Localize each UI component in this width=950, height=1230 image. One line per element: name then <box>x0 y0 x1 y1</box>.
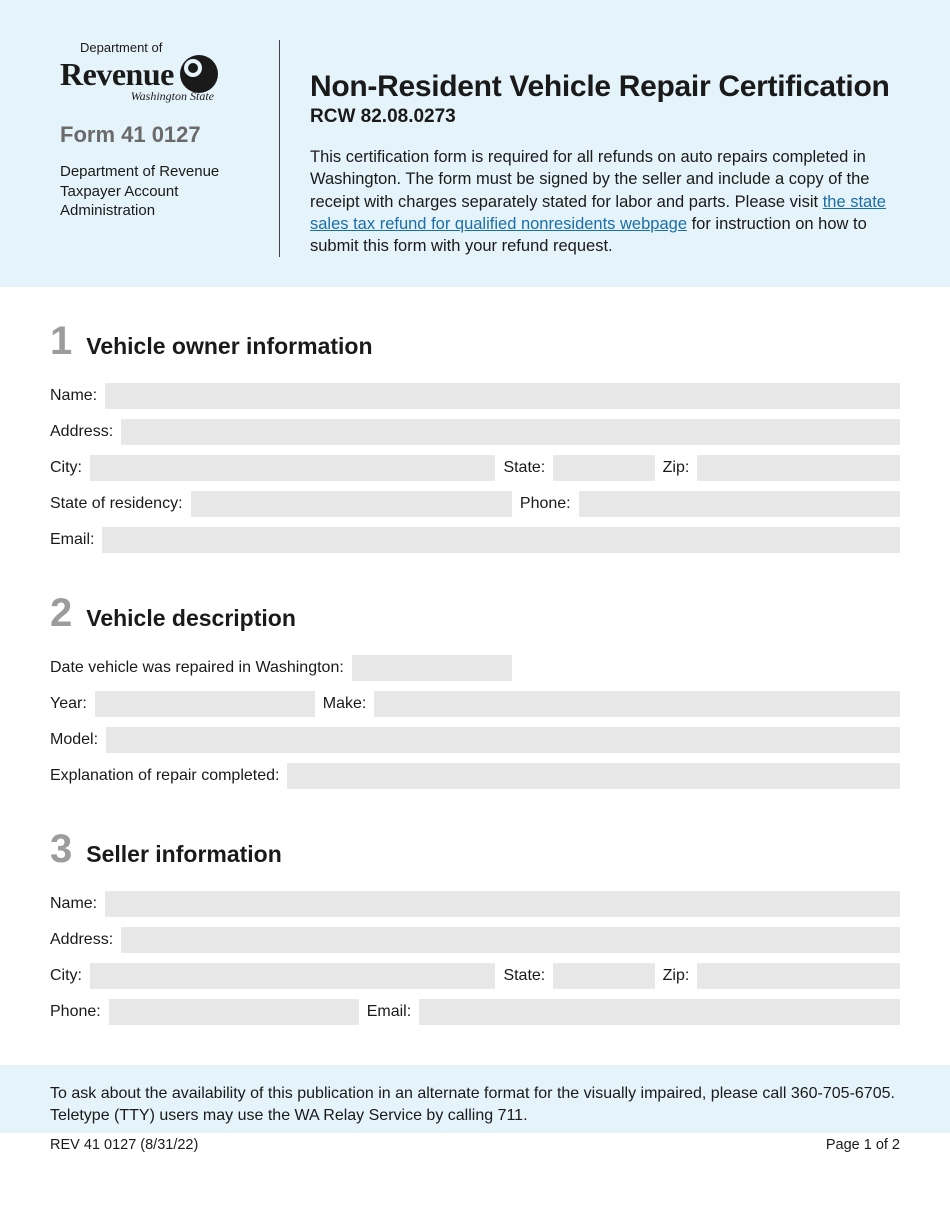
vehicle-make-label: Make: <box>323 695 367 713</box>
content-area: 1 Vehicle owner information Name: Addres… <box>0 287 950 1025</box>
owner-email-field[interactable] <box>102 527 900 553</box>
vehicle-model-field[interactable] <box>106 727 900 753</box>
owner-residency-label: State of residency: <box>50 495 183 513</box>
owner-address-field[interactable] <box>121 419 900 445</box>
section-3-heading: 3 Seller information <box>50 829 900 869</box>
vehicle-make-field[interactable] <box>374 691 900 717</box>
footer-note: To ask about the availability of this pu… <box>0 1065 950 1132</box>
repair-explanation-field[interactable] <box>287 763 900 789</box>
section-3-fields: Name: Address: City: State: Zip: Phone: … <box>50 891 900 1025</box>
seller-state-label: State: <box>503 967 545 985</box>
seller-address-label: Address: <box>50 931 113 949</box>
repair-date-label: Date vehicle was repaired in Washington: <box>50 659 344 677</box>
page-title: Non-Resident Vehicle Repair Certificatio… <box>310 70 900 104</box>
logo-revenue: Revenue <box>60 55 254 93</box>
section-1-heading: 1 Vehicle owner information <box>50 321 900 361</box>
owner-zip-label: Zip: <box>663 459 690 477</box>
seller-email-field[interactable] <box>419 999 900 1025</box>
seller-phone-label: Phone: <box>50 1003 101 1021</box>
owner-phone-label: Phone: <box>520 495 571 513</box>
footer-form-id: REV 41 0127 (8/31/22) <box>50 1137 198 1153</box>
section-1-number: 1 <box>50 321 72 361</box>
owner-state-field[interactable] <box>553 455 654 481</box>
section-3-title: Seller information <box>86 841 282 868</box>
owner-zip-field[interactable] <box>697 455 900 481</box>
owner-city-field[interactable] <box>90 455 495 481</box>
owner-name-field[interactable] <box>105 383 900 409</box>
seller-city-label: City: <box>50 967 82 985</box>
owner-email-label: Email: <box>50 531 94 549</box>
department-name: Department of Revenue Taxpayer Account A… <box>60 162 254 221</box>
owner-phone-field[interactable] <box>579 491 900 517</box>
footer-bar: REV 41 0127 (8/31/22) Page 1 of 2 <box>0 1133 950 1167</box>
section-2-number: 2 <box>50 593 72 633</box>
owner-state-label: State: <box>503 459 545 477</box>
owner-name-label: Name: <box>50 387 97 405</box>
section-1-title: Vehicle owner information <box>86 333 372 360</box>
header-right: Non-Resident Vehicle Repair Certificatio… <box>280 40 900 257</box>
owner-city-label: City: <box>50 459 82 477</box>
vehicle-model-label: Model: <box>50 731 98 749</box>
seller-city-field[interactable] <box>90 963 495 989</box>
page-subtitle: RCW 82.08.0273 <box>310 106 900 128</box>
logo-swirl-icon <box>180 55 218 93</box>
seller-name-label: Name: <box>50 895 97 913</box>
seller-address-field[interactable] <box>121 927 900 953</box>
repair-date-field[interactable] <box>352 655 512 681</box>
header-band: Department of Revenue Washington State F… <box>0 0 950 287</box>
repair-explanation-label: Explanation of repair completed: <box>50 767 279 785</box>
section-3-number: 3 <box>50 829 72 869</box>
section-2-heading: 2 Vehicle description <box>50 593 900 633</box>
intro-text-pre: This certification form is required for … <box>310 148 870 211</box>
logo-top-text: Department of <box>80 40 254 55</box>
intro-paragraph: This certification form is required for … <box>310 146 900 257</box>
header-left: Department of Revenue Washington State F… <box>60 40 280 257</box>
section-1-fields: Name: Address: City: State: Zip: State o… <box>50 383 900 553</box>
footer-page-number: Page 1 of 2 <box>826 1137 900 1153</box>
owner-address-label: Address: <box>50 423 113 441</box>
seller-name-field[interactable] <box>105 891 900 917</box>
section-2-title: Vehicle description <box>86 605 296 632</box>
seller-phone-field[interactable] <box>109 999 359 1025</box>
section-2-fields: Date vehicle was repaired in Washington:… <box>50 655 900 789</box>
seller-email-label: Email: <box>367 1003 411 1021</box>
form-number: Form 41 0127 <box>60 122 254 148</box>
seller-zip-field[interactable] <box>697 963 900 989</box>
owner-residency-field[interactable] <box>191 491 512 517</box>
vehicle-year-field[interactable] <box>95 691 315 717</box>
logo-main-text: Revenue <box>60 56 174 93</box>
vehicle-year-label: Year: <box>50 695 87 713</box>
seller-zip-label: Zip: <box>663 967 690 985</box>
logo-block: Department of Revenue Washington State <box>60 40 254 104</box>
seller-state-field[interactable] <box>553 963 654 989</box>
